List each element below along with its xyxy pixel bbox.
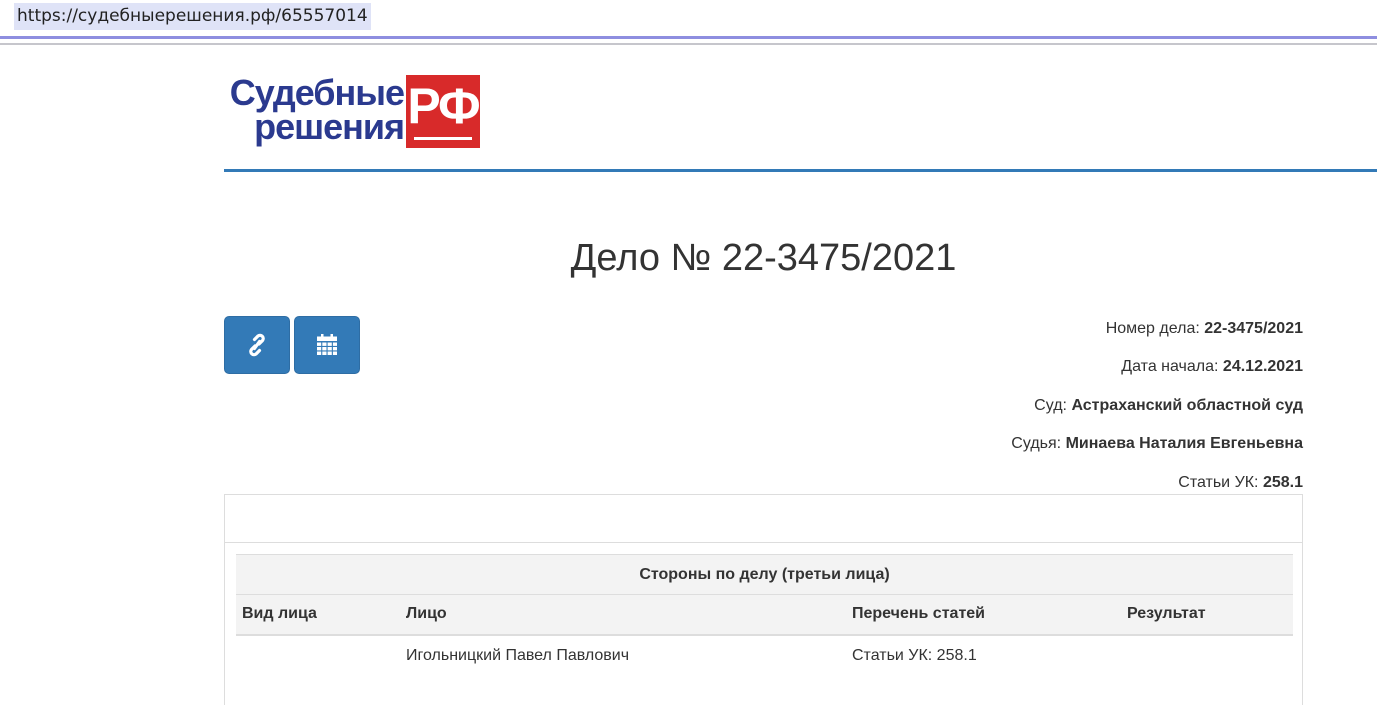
parties-table: Стороны по делу (третьи лица) Вид лица Л…	[236, 554, 1293, 676]
articles-label: Статьи УК:	[1178, 473, 1259, 491]
header-divider	[224, 169, 1377, 172]
cell-result	[1121, 635, 1293, 676]
case-number-row: Номер дела: 22-3475/2021	[703, 316, 1303, 354]
cell-articles: Статьи УК: 258.1	[852, 646, 977, 664]
logo-rf-text: РФ	[407, 78, 480, 134]
column-header-person: Лицо	[400, 594, 846, 636]
cell-person: Игольницкий Павел Павлович	[406, 646, 630, 664]
panel-header	[225, 495, 1302, 543]
column-header-person-type: Вид лица	[236, 594, 400, 636]
logo-rf-badge: РФ	[406, 75, 481, 148]
logo-line-1: Судебные	[229, 72, 405, 113]
start-date-label: Дата начала:	[1121, 358, 1219, 376]
court-label: Суд:	[1034, 396, 1067, 414]
judge-label: Судья:	[1011, 435, 1062, 453]
link-icon	[249, 333, 265, 357]
articles-value: 258.1	[1262, 473, 1303, 491]
case-number-value: 22-3475/2021	[1204, 320, 1303, 337]
address-bar: https://судебныерешения.рф/65557014	[0, 0, 1377, 46]
calendar-icon	[317, 334, 337, 355]
judge-row: Судья: Минаева Наталия Евгеньевна	[703, 431, 1303, 469]
url-text[interactable]: https://судебныерешения.рф/65557014	[14, 3, 371, 30]
parties-caption: Стороны по делу (третьи лица)	[236, 554, 1293, 595]
case-panel: Стороны по делу (третьи лица) Вид лица Л…	[224, 494, 1303, 705]
column-header-articles: Перечень статей	[846, 594, 1121, 636]
start-date-row: Дата начала: 24.12.2021	[703, 354, 1303, 392]
start-date-value: 24.12.2021	[1222, 358, 1303, 376]
table-row: Игольницкий Павел Павлович Статьи УК: 25…	[236, 635, 1293, 676]
cell-person-type	[236, 635, 400, 676]
court-value: Астраханский областной суд	[1071, 396, 1303, 414]
judge-value: Минаева Наталия Евгеньевна	[1065, 435, 1303, 453]
copy-link-button[interactable]	[224, 316, 290, 374]
site-logo[interactable]: Судебные решения РФ	[224, 72, 481, 150]
logo-rf-underline	[414, 137, 472, 140]
page-title: Дело № 22-3475/2021	[570, 237, 957, 279]
court-row: Суд: Астраханский областной суд	[703, 393, 1303, 431]
calendar-button[interactable]	[294, 316, 360, 374]
logo-line-2: решения	[254, 106, 405, 147]
address-bar-divider-secondary	[0, 43, 1377, 45]
logo-wordmark: Судебные решения	[224, 72, 405, 147]
case-number-label: Номер дела:	[1105, 320, 1200, 337]
column-header-result: Результат	[1121, 594, 1293, 636]
address-bar-divider	[0, 36, 1377, 39]
case-info: Номер дела: 22-3475/2021 Дата начала: 24…	[703, 316, 1303, 508]
